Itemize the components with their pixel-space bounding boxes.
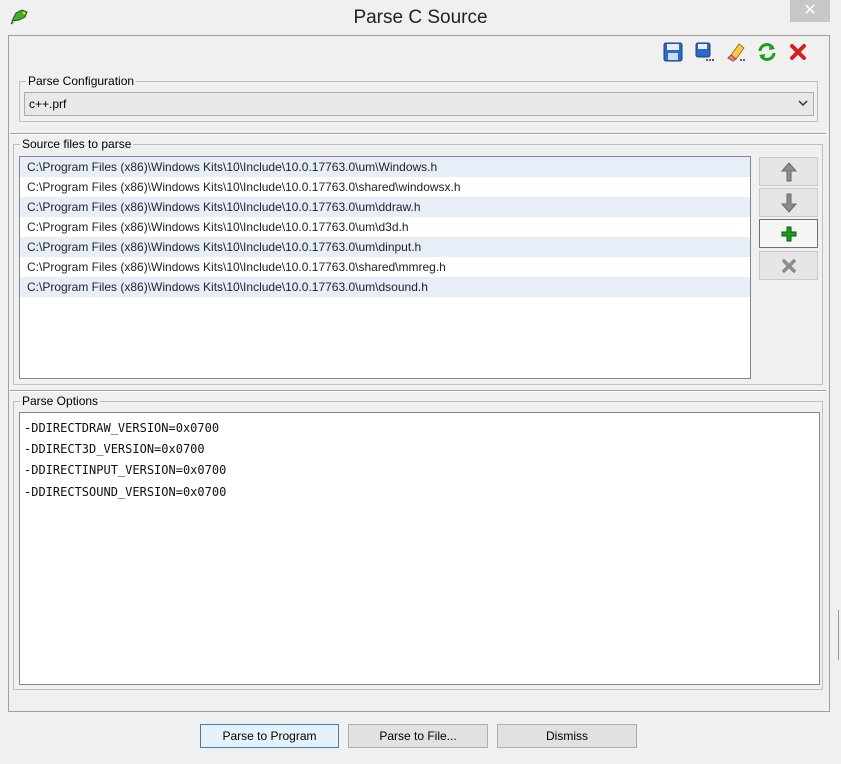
list-item[interactable]: C:\Program Files (x86)\Windows Kits\10\I… (20, 277, 750, 297)
clear-icon[interactable] (725, 41, 747, 63)
option-line: -DDIRECTINPUT_VERSION=0x0700 (24, 463, 227, 477)
parse-to-file-button[interactable]: Parse to File... (348, 724, 488, 748)
move-down-icon (780, 193, 797, 213)
parse-options-textarea[interactable]: -DDIRECTDRAW_VERSION=0x0700 -DDIRECT3D_V… (19, 412, 820, 685)
option-line: -DDIRECTDRAW_VERSION=0x0700 (24, 421, 220, 435)
list-item[interactable]: C:\Program Files (x86)\Windows Kits\10\I… (20, 177, 750, 197)
move-down-button[interactable] (759, 188, 818, 217)
save-as-icon[interactable] (694, 41, 716, 63)
remove-icon (781, 258, 796, 273)
list-item[interactable]: C:\Program Files (x86)\Windows Kits\10\I… (20, 217, 750, 237)
save-icon[interactable] (662, 41, 684, 63)
list-item[interactable]: C:\Program Files (x86)\Windows Kits\10\I… (20, 257, 750, 277)
divider (10, 133, 826, 135)
window-close-button[interactable]: ✕ (790, 0, 830, 22)
window-title: Parse C Source (353, 7, 488, 28)
move-up-icon (780, 161, 797, 181)
parse-to-program-button[interactable]: Parse to Program (200, 724, 339, 748)
remove-file-button[interactable] (759, 251, 818, 280)
delete-icon[interactable] (787, 41, 809, 63)
add-file-button[interactable] (759, 219, 818, 248)
parse-configuration-legend: Parse Configuration (28, 74, 135, 88)
option-line: -DDIRECT3D_VERSION=0x0700 (24, 442, 205, 456)
list-item[interactable]: C:\Program Files (x86)\Windows Kits\10\I… (20, 197, 750, 217)
chevron-down-icon (798, 100, 808, 107)
divider (10, 390, 826, 392)
parse-options-legend: Parse Options (22, 394, 99, 408)
title-bar: Parse C Source ✕ (0, 0, 841, 34)
move-up-button[interactable] (759, 157, 818, 186)
parse-configuration-value: c++.prf (29, 97, 67, 111)
refresh-icon[interactable] (756, 41, 778, 63)
dismiss-button[interactable]: Dismiss (497, 724, 637, 748)
list-item[interactable]: C:\Program Files (x86)\Windows Kits\10\I… (20, 237, 750, 257)
option-line: -DDIRECTSOUND_VERSION=0x0700 (24, 485, 227, 499)
list-item[interactable]: C:\Program Files (x86)\Windows Kits\10\I… (20, 157, 750, 177)
source-files-list[interactable]: C:\Program Files (x86)\Windows Kits\10\I… (19, 156, 751, 379)
source-files-legend: Source files to parse (22, 137, 132, 151)
add-icon (781, 226, 796, 241)
parse-configuration-select[interactable]: c++.prf (24, 92, 814, 116)
